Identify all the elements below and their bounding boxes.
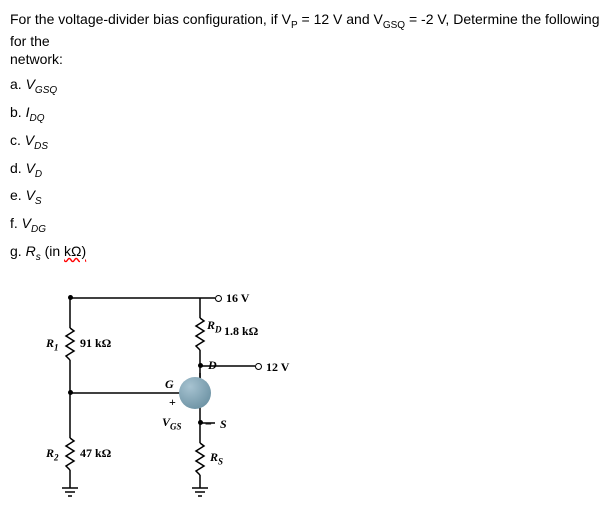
circuit-diagram: 16 V RD 1.8 kΩ R1 91 kΩ R2 47 kΩ RS D G …: [40, 278, 320, 508]
s-terminal-label: S: [220, 417, 227, 432]
node-drain: [198, 363, 203, 368]
node-top-left: [68, 295, 73, 300]
vgs-plus: +: [169, 395, 176, 410]
part-c: c. VDS: [10, 132, 603, 152]
part-f: f. VDG: [10, 215, 603, 235]
d-terminal-label: D: [208, 358, 217, 373]
r1-value: 91 kΩ: [80, 336, 111, 351]
r2-label: R2: [46, 446, 59, 462]
rs-label: RS: [210, 450, 223, 466]
r2-value: 47 kΩ: [80, 446, 111, 461]
vgs-label: VGS: [162, 415, 182, 431]
rd-value: 1.8 kΩ: [224, 324, 258, 339]
part-e: e. VS: [10, 187, 603, 207]
vcc-terminal: [215, 295, 222, 302]
problem-statement: For the voltage-divider bias configurati…: [10, 10, 603, 68]
vgs-minus: −: [205, 417, 212, 432]
r1-label: R1: [46, 336, 59, 352]
vcc-label: 16 V: [226, 291, 249, 306]
fet-icon: [179, 377, 211, 409]
g-terminal-label: G: [165, 377, 174, 392]
node-gate: [68, 390, 73, 395]
vout-terminal: [255, 363, 262, 370]
part-g: g. Rs (in kΩ): [10, 243, 603, 263]
rd-label: RD: [207, 318, 222, 334]
part-b: b. IDQ: [10, 104, 603, 124]
part-d: d. VD: [10, 160, 603, 180]
vout-label: 12 V: [266, 360, 289, 375]
node-source: [198, 420, 203, 425]
part-a: a. VGSQ: [10, 76, 603, 96]
